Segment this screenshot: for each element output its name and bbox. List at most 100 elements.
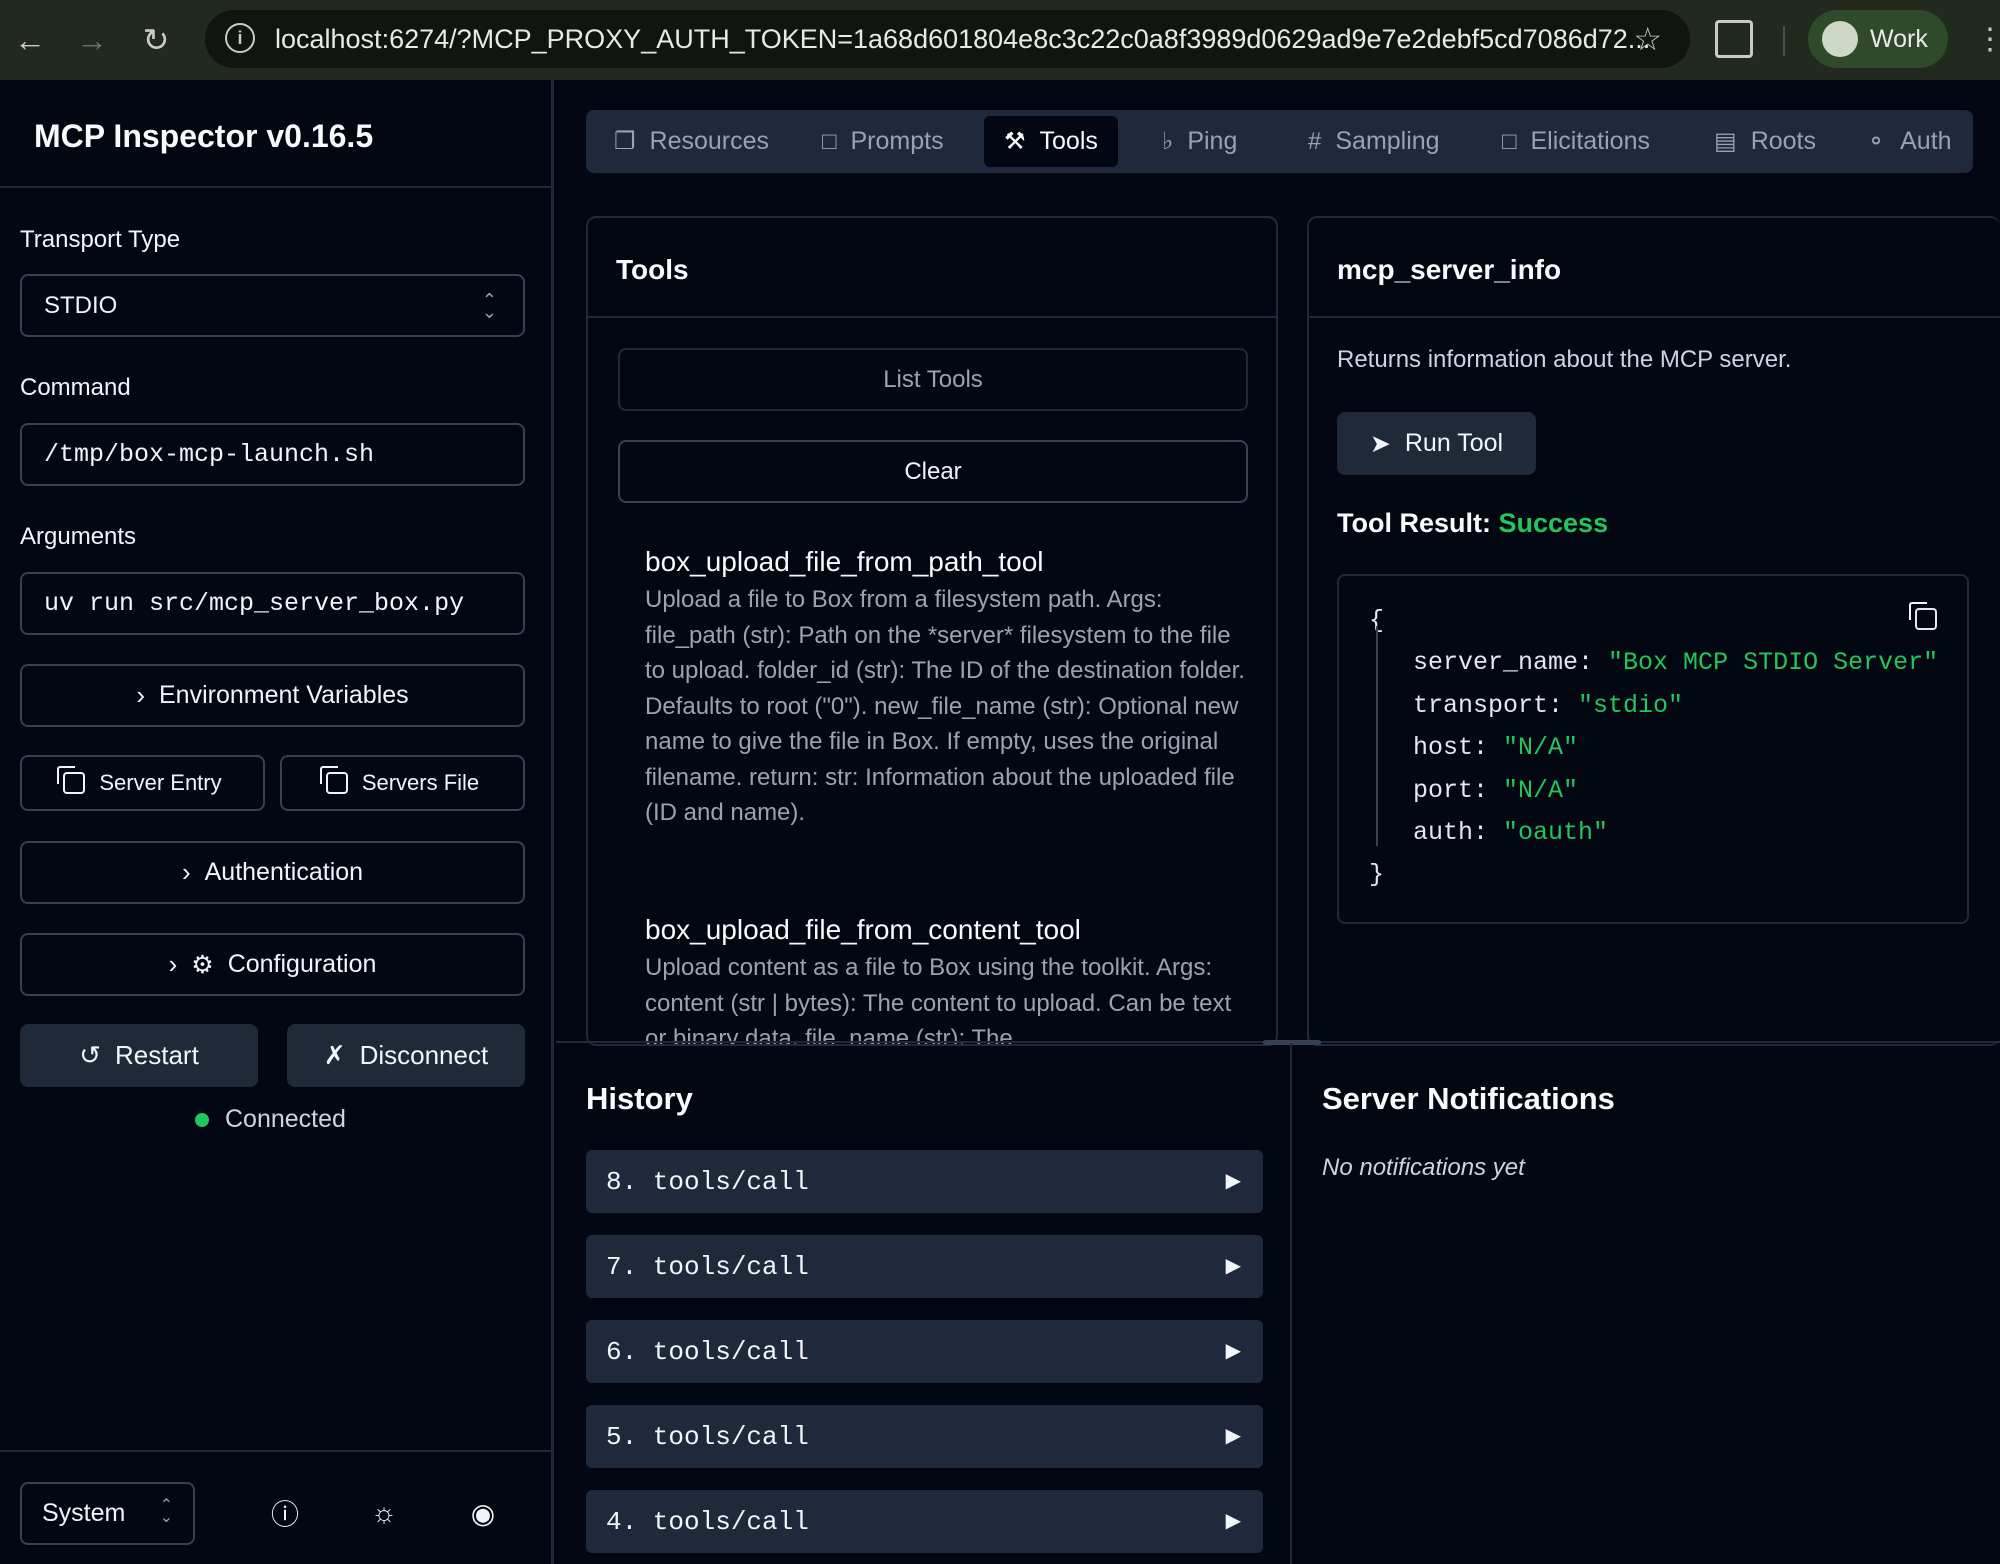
tab-resources[interactable]: ❐ Resources	[594, 116, 789, 167]
server-notifications-title: Server Notifications	[1322, 1081, 1615, 1116]
environment-variables-button[interactable]: › Environment Variables	[20, 664, 525, 727]
bottom-split-divider	[1290, 1043, 1292, 1564]
tab-label: Prompts	[850, 127, 944, 155]
clear-button[interactable]: Clear	[618, 440, 1248, 503]
authentication-button[interactable]: › Authentication	[20, 841, 525, 904]
unplug-icon: ✗	[323, 1040, 346, 1070]
theme-value: System	[42, 1499, 126, 1527]
configuration-label: Configuration	[227, 950, 377, 978]
transport-type-value: STDIO	[44, 291, 118, 319]
servers-file-label: Servers File	[361, 770, 480, 795]
back-icon[interactable]: ←	[0, 10, 60, 70]
json-row: transport: "stdio"	[1413, 691, 1683, 720]
copy-result-button[interactable]	[1909, 602, 1937, 630]
message-icon: □	[822, 127, 837, 155]
configuration-button[interactable]: › ⚙ Configuration	[20, 933, 525, 996]
tool-detail-description: Returns information about the MCP server…	[1337, 346, 1792, 373]
copy-icon	[1909, 602, 1937, 630]
run-tool-label: Run Tool	[1404, 429, 1504, 457]
reload-icon[interactable]: ↻	[126, 10, 186, 70]
list-tools-label: List Tools	[883, 365, 983, 393]
transport-type-select[interactable]: STDIO ⌃ ⌄	[20, 274, 525, 337]
tab-label: Sampling	[1335, 127, 1440, 155]
history-item[interactable]: 7. tools/call ▶	[586, 1235, 1263, 1298]
json-key: server_name:	[1413, 648, 1594, 677]
address-bar[interactable]: i localhost:6274/?MCP_PROXY_AUTH_TOKEN=1…	[205, 10, 1690, 68]
play-arrow-icon: ▶	[1225, 1341, 1241, 1364]
chevron-right-icon: ›	[181, 857, 191, 887]
tool-detail-panel: mcp_server_info Returns information abou…	[1307, 216, 2000, 1046]
tool-item-name[interactable]: box_upload_file_from_path_tool	[645, 546, 1044, 578]
theme-select[interactable]: System ⌃ ⌄	[20, 1482, 195, 1545]
profile-label: Work	[1870, 24, 1928, 53]
history-item[interactable]: 5. tools/call ▶	[586, 1405, 1263, 1468]
key-icon: ⚬	[1866, 128, 1887, 155]
chevrons-up-down-icon: ⌃ ⌄	[481, 290, 497, 322]
command-value: /tmp/box-mcp-launch.sh	[44, 440, 375, 469]
bug-icon[interactable]: ☼	[367, 1496, 401, 1530]
hash-icon: #	[1308, 127, 1322, 155]
forward-icon[interactable]: →	[62, 10, 122, 70]
history-item[interactable]: 6. tools/call ▶	[586, 1320, 1263, 1383]
profile-button[interactable]: Work	[1808, 10, 1948, 68]
message-square-icon: □	[1502, 127, 1517, 155]
bookmark-star-icon[interactable]: ☆	[1633, 20, 1662, 58]
restart-button[interactable]: ↺ Restart	[20, 1024, 258, 1087]
tab-auth[interactable]: ⚬ Auth	[1846, 116, 1972, 167]
screen-cast-icon[interactable]	[1715, 20, 1753, 58]
tab-label: Roots	[1750, 127, 1816, 155]
panel-divider	[588, 316, 1276, 318]
tool-result-label: Tool Result:	[1337, 508, 1491, 538]
history-item[interactable]: 8. tools/call ▶	[586, 1150, 1263, 1213]
run-tool-button[interactable]: ➤ Run Tool	[1337, 412, 1536, 475]
tab-label: Auth	[1900, 127, 1952, 155]
transport-type-label: Transport Type	[20, 226, 181, 253]
tool-item-name[interactable]: box_upload_file_from_content_tool	[645, 914, 1081, 946]
arguments-label: Arguments	[20, 523, 137, 550]
disconnect-label: Disconnect	[359, 1040, 489, 1070]
json-key: auth:	[1413, 818, 1489, 847]
copy-icon	[319, 766, 348, 794]
tab-ping[interactable]: ♭ Ping	[1142, 116, 1257, 167]
tab-roots[interactable]: ▤ Roots	[1694, 116, 1836, 167]
sidebar-footer-divider	[0, 1450, 554, 1452]
help-circle-icon[interactable]: ⓘ	[268, 1496, 302, 1530]
browser-menu-icon[interactable]: ⋮	[1975, 22, 2000, 57]
site-info-icon[interactable]: i	[225, 23, 255, 53]
tools-panel-title: Tools	[616, 254, 689, 285]
history-title: History	[586, 1081, 693, 1116]
history-item-label: 5. tools/call	[606, 1421, 809, 1452]
tab-elicitations[interactable]: □ Elicitations	[1482, 116, 1670, 167]
disconnect-button[interactable]: ✗ Disconnect	[287, 1024, 525, 1087]
history-item[interactable]: 4. tools/call ▶	[586, 1490, 1263, 1553]
server-entry-button[interactable]: Server Entry	[20, 755, 265, 811]
chevrons-up-down-icon: ⌃ ⌄	[159, 1497, 173, 1526]
list-tools-button[interactable]: List Tools	[618, 348, 1248, 411]
history-item-label: 6. tools/call	[606, 1336, 809, 1367]
json-key: port:	[1413, 776, 1489, 805]
history-item-label: 4. tools/call	[606, 1506, 809, 1537]
command-input[interactable]: /tmp/box-mcp-launch.sh	[20, 423, 525, 486]
folder-tree-icon: ▤	[1714, 128, 1737, 155]
sidebar: MCP Inspector v0.16.5 Transport Type STD…	[0, 80, 554, 1564]
servers-file-button[interactable]: Servers File	[280, 755, 525, 811]
status-dot	[195, 1112, 209, 1127]
github-icon[interactable]: ◉	[466, 1496, 500, 1530]
play-arrow-icon: ▶	[1225, 1511, 1241, 1534]
tab-sampling[interactable]: # Sampling	[1288, 116, 1460, 167]
tab-prompts[interactable]: □ Prompts	[802, 116, 964, 167]
profile-avatar	[1822, 21, 1858, 57]
resize-handle[interactable]	[1263, 1040, 1321, 1045]
arguments-input[interactable]: uv run src/mcp_server_box.py	[20, 572, 525, 635]
connection-status: Connected	[195, 1105, 346, 1134]
app-title: MCP Inspector v0.16.5	[34, 118, 374, 154]
chevron-right-icon: ›	[168, 949, 178, 979]
bell-icon: ♭	[1162, 128, 1174, 155]
arguments-value: uv run src/mcp_server_box.py	[44, 589, 465, 618]
tab-tools[interactable]: ⚒ Tools	[984, 116, 1118, 167]
tool-detail-title: mcp_server_info	[1337, 254, 1562, 285]
play-arrow-icon: ▶	[1225, 1426, 1241, 1449]
json-close-brace: }	[1369, 860, 1385, 889]
json-value: "Box MCP STDIO Server"	[1608, 648, 1939, 677]
send-icon: ➤	[1369, 429, 1391, 458]
